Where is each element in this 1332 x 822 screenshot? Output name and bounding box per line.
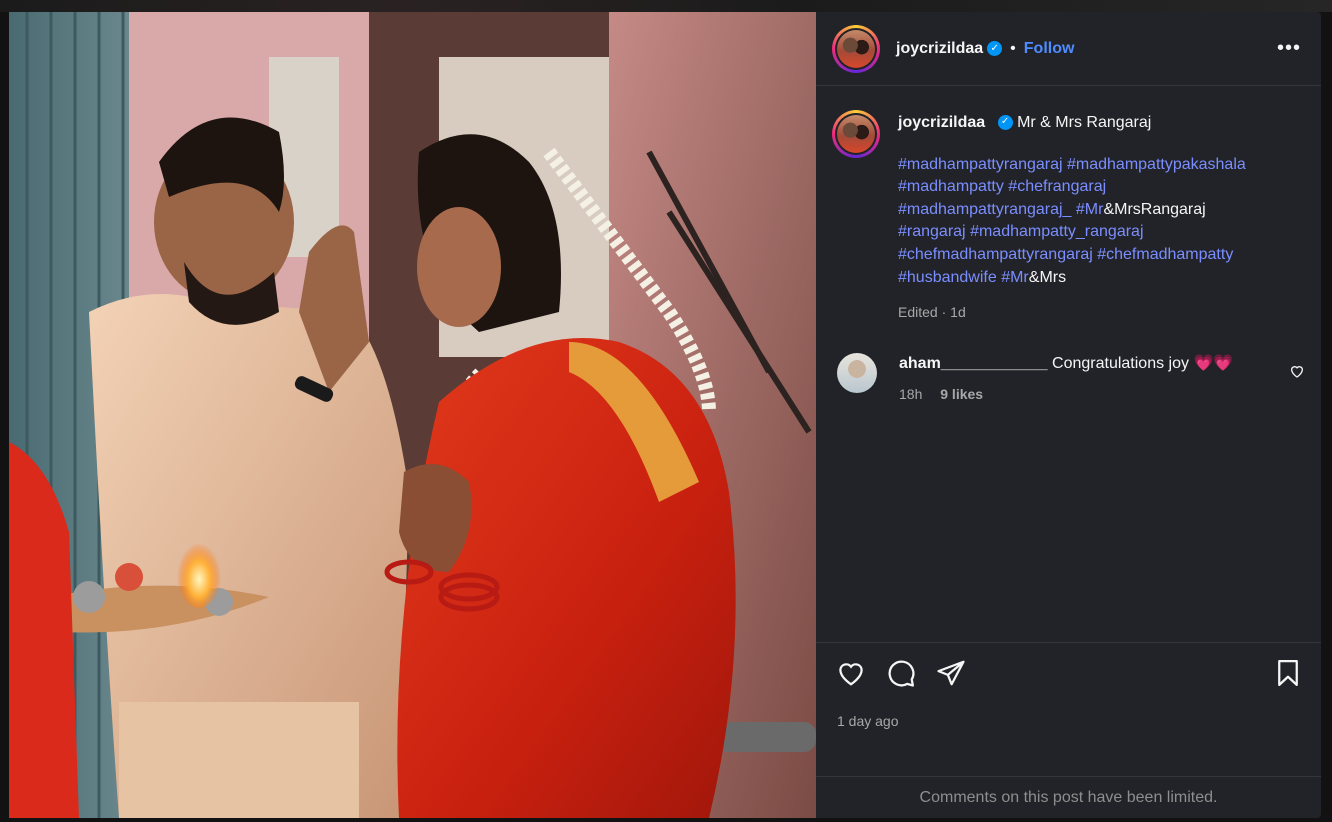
edited-time: 1d (950, 304, 966, 321)
caption-username[interactable]: joycrizildaa (898, 114, 985, 131)
author-avatar[interactable] (832, 24, 880, 73)
hashtag-line: #madhampattyrangaraj #madhampattypakasha… (898, 154, 1305, 177)
author-avatar-image (837, 29, 875, 68)
follow-button[interactable]: Follow (1024, 40, 1075, 58)
post-actions: 1 day ago Comments on this post have bee… (816, 642, 1321, 818)
comment-text: Congratulations joy 💗💗 (1047, 355, 1234, 372)
commenter-avatar[interactable] (837, 353, 877, 393)
hashtag-link[interactable]: #madhampattypakashala (1067, 156, 1246, 173)
comments-limited-notice: Comments on this post have been limited. (816, 776, 1321, 819)
bookmark-icon[interactable] (1273, 658, 1303, 688)
caption-body: joycrizildaa ✓ Mr & Mrs Rangaraj #madham… (898, 110, 1305, 324)
heart-icon[interactable] (836, 658, 866, 688)
caption-text-fragment: &Mrs (1028, 268, 1067, 286)
post-caption: joycrizildaa ✓ Mr & Mrs Rangaraj #madham… (832, 110, 1305, 324)
caption-author-avatar[interactable] (832, 110, 880, 158)
caption-title-line: joycrizildaa ✓ Mr & Mrs Rangaraj (898, 112, 1305, 135)
post-side-panel: joycrizildaa ✓ • Follow ••• joycrizildaa… (816, 12, 1321, 818)
post-photo[interactable] (9, 12, 816, 818)
comment-body: aham____________ Congratulations joy 💗💗 … (899, 353, 1305, 405)
more-options-icon[interactable]: ••• (1277, 37, 1305, 60)
paper-plane-icon[interactable] (936, 658, 966, 688)
comment-like-heart-icon[interactable] (1289, 363, 1305, 379)
post-modal: joycrizildaa ✓ • Follow ••• joycrizildaa… (0, 0, 1332, 822)
comment-meta: 18h 9 likes (899, 383, 1305, 405)
action-bar (836, 658, 1303, 688)
hashtag-link[interactable]: #rangaraj (898, 223, 966, 240)
commenter-username[interactable]: aham____________ (899, 355, 1048, 372)
hashtag-line: #madhampatty #chefrangaraj (898, 176, 1305, 199)
edited-label: Edited (898, 304, 938, 321)
verified-badge-icon: ✓ (987, 41, 1003, 56)
caption-text: Mr & Mrs Rangaraj (1017, 114, 1152, 131)
caption-meta: Edited · 1d (898, 301, 1305, 324)
comment-bubble-icon[interactable] (886, 658, 916, 688)
hashtag-link[interactable]: #husbandwife (898, 269, 997, 286)
hashtag-line: #rangaraj #madhampatty_rangaraj (898, 221, 1305, 244)
post-header: joycrizildaa ✓ • Follow ••• (816, 12, 1321, 86)
author-username[interactable]: joycrizildaa (896, 40, 983, 58)
comment-likes[interactable]: 9 likes (940, 386, 983, 402)
hashtag-link[interactable]: #Mr (1001, 269, 1029, 286)
hashtag-link[interactable]: #madhampattyrangaraj (898, 156, 1063, 173)
hashtag-link[interactable]: #chefmadhampattyrangaraj (898, 246, 1093, 263)
hashtag-line: #husbandwife #Mr&Mrs (898, 267, 1305, 290)
post-date[interactable]: 1 day ago (837, 713, 899, 729)
hashtag-link[interactable]: #madhampattyrangaraj_ (898, 201, 1071, 218)
hashtag-line: #chefmadhampattyrangaraj #chefmadhampatt… (898, 244, 1305, 267)
caption-text-fragment: &MrsRangaraj (1103, 200, 1206, 218)
comment-time: 18h (899, 386, 923, 402)
hashtag-link[interactable]: #madhampatty (898, 178, 1004, 195)
hashtag-link[interactable]: #Mr (1076, 201, 1104, 218)
caption-verified-badge-icon: ✓ (997, 115, 1013, 131)
hashtag-line: #madhampattyrangaraj_ #Mr&MrsRangaraj (898, 199, 1305, 222)
caption-author-avatar-image (837, 115, 875, 153)
hashtag-link[interactable]: #chefmadhampatty (1097, 246, 1233, 263)
header-separator: • (1010, 39, 1016, 57)
hashtag-link[interactable]: #chefrangaraj (1008, 178, 1106, 195)
caption-hashtags: #madhampattyrangaraj #madhampattypakasha… (898, 154, 1305, 290)
background-feed (0, 0, 1332, 12)
hashtag-link[interactable]: #madhampatty_rangaraj (970, 223, 1143, 240)
comment-item: aham____________ Congratulations joy 💗💗 … (837, 353, 1305, 405)
edited-separator: · (937, 304, 951, 321)
post-image (9, 12, 816, 818)
